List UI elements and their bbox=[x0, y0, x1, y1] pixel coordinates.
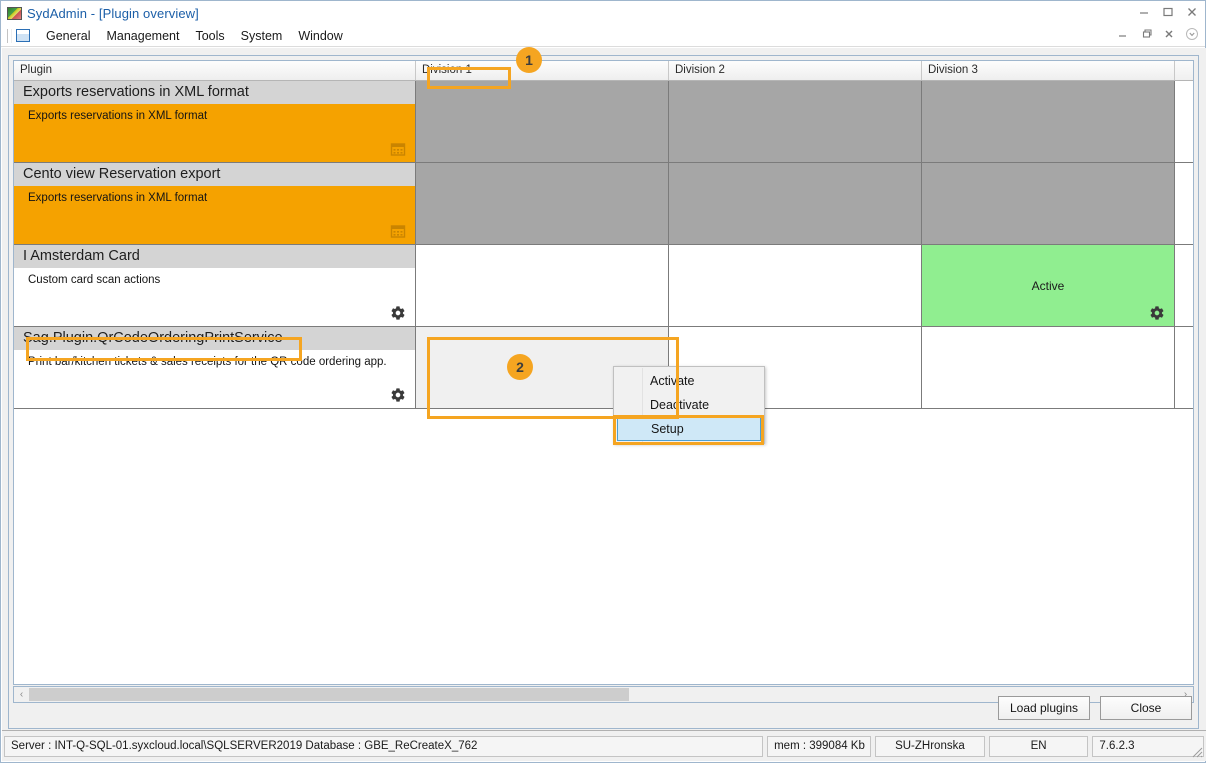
division-3-cell[interactable] bbox=[922, 81, 1175, 162]
plugin-title: I Amsterdam Card bbox=[14, 245, 415, 268]
mdi-help-button[interactable] bbox=[1185, 27, 1199, 41]
mdi-minimize-button[interactable] bbox=[1116, 27, 1130, 41]
division-1-cell[interactable] bbox=[416, 163, 669, 244]
scroll-left-arrow-icon[interactable]: ‹ bbox=[14, 687, 29, 702]
context-menu-item-setup[interactable]: Setup bbox=[617, 417, 761, 441]
statusbar-user: SU-ZHronska bbox=[875, 736, 985, 757]
form-footer: Load plugins Close bbox=[998, 696, 1192, 720]
plugin-grid: Plugin Division 1 Division 2 Division 3 … bbox=[13, 60, 1194, 685]
statusbar: Server : INT-Q-SQL-01.syxcloud.local\SQL… bbox=[2, 730, 1206, 761]
plugin-title: Sag.Plugin.QrCodeOrderingPrintService bbox=[14, 327, 415, 350]
mdi-document-icon bbox=[16, 29, 30, 42]
client-area: Plugin Division 1 Division 2 Division 3 … bbox=[2, 48, 1206, 731]
plugin-cell[interactable]: I Amsterdam Card Custom card scan action… bbox=[14, 245, 416, 326]
minimize-button[interactable] bbox=[1137, 5, 1151, 19]
context-menu: Activate Deactivate Setup bbox=[613, 366, 765, 444]
division-3-cell[interactable]: Active bbox=[922, 245, 1175, 326]
menubar: General Management Tools System Window bbox=[1, 25, 1205, 47]
grid-header-row: Plugin Division 1 Division 2 Division 3 bbox=[14, 61, 1193, 81]
statusbar-memory: mem : 399084 Kb bbox=[767, 736, 871, 757]
division-1-cell[interactable] bbox=[416, 245, 669, 326]
window-titlebar: SydAdmin - [Plugin overview] bbox=[1, 1, 1205, 25]
plugin-body: Custom card scan actions bbox=[14, 268, 415, 326]
plugin-body: Exports reservations in XML format bbox=[14, 186, 415, 244]
column-header-division-1[interactable]: Division 1 bbox=[416, 61, 669, 80]
mdi-close-button[interactable] bbox=[1162, 27, 1176, 41]
division-3-cell[interactable] bbox=[922, 163, 1175, 244]
plugin-cell[interactable]: Exports reservations in XML format Expor… bbox=[14, 81, 416, 162]
gear-icon[interactable] bbox=[390, 305, 406, 321]
plugin-body: Exports reservations in XML format bbox=[14, 104, 415, 162]
plugin-title: Exports reservations in XML format bbox=[14, 81, 415, 104]
sydadmin-window: SydAdmin - [Plugin overview] General Man… bbox=[0, 0, 1206, 763]
plugin-cell[interactable]: Cento view Reservation export Exports re… bbox=[14, 163, 416, 244]
context-menu-item-activate[interactable]: Activate bbox=[614, 369, 764, 393]
menu-grip-handle[interactable] bbox=[7, 29, 12, 43]
column-header-plugin[interactable]: Plugin bbox=[14, 61, 416, 80]
table-row: I Amsterdam Card Custom card scan action… bbox=[14, 245, 1193, 327]
menu-item-window[interactable]: Window bbox=[290, 27, 350, 45]
annotation-badge-2: 2 bbox=[507, 354, 533, 380]
table-row: Exports reservations in XML format Expor… bbox=[14, 81, 1193, 163]
gear-icon[interactable] bbox=[390, 387, 406, 403]
menu-item-system[interactable]: System bbox=[233, 27, 291, 45]
context-menu-item-deactivate[interactable]: Deactivate bbox=[614, 393, 764, 417]
plugin-overview-form: Plugin Division 1 Division 2 Division 3 … bbox=[8, 55, 1199, 729]
division-3-cell[interactable] bbox=[922, 327, 1175, 408]
mdi-window-controls bbox=[1116, 27, 1199, 41]
division-1-cell[interactable] bbox=[416, 81, 669, 162]
grid-body: Exports reservations in XML format Expor… bbox=[14, 81, 1193, 409]
scrollbar-thumb[interactable] bbox=[29, 688, 629, 701]
table-row: Cento view Reservation export Exports re… bbox=[14, 163, 1193, 245]
annotation-badge-1: 1 bbox=[516, 47, 542, 73]
close-button[interactable] bbox=[1185, 5, 1199, 19]
menu-item-tools[interactable]: Tools bbox=[187, 27, 232, 45]
plugin-body: Print bar/kitchen tickets & sales receip… bbox=[14, 350, 415, 408]
division-2-cell[interactable] bbox=[669, 81, 922, 162]
menu-item-general[interactable]: General bbox=[38, 27, 98, 45]
resize-grip-icon[interactable] bbox=[1189, 744, 1203, 758]
plugin-description: Exports reservations in XML format bbox=[14, 186, 415, 204]
division-3-status-label: Active bbox=[1032, 279, 1065, 293]
close-button-footer[interactable]: Close bbox=[1100, 696, 1192, 720]
maximize-button[interactable] bbox=[1161, 5, 1175, 19]
plugin-description: Custom card scan actions bbox=[14, 268, 415, 286]
plugin-cell[interactable]: Sag.Plugin.QrCodeOrderingPrintService Pr… bbox=[14, 327, 416, 408]
column-header-division-3[interactable]: Division 3 bbox=[922, 61, 1175, 80]
division-2-cell[interactable] bbox=[669, 163, 922, 244]
plugin-description: Print bar/kitchen tickets & sales receip… bbox=[14, 350, 415, 368]
window-title: SydAdmin - [Plugin overview] bbox=[27, 6, 199, 21]
gear-icon[interactable] bbox=[1149, 305, 1165, 321]
app-logo-icon bbox=[7, 7, 22, 20]
plugin-title: Cento view Reservation export bbox=[14, 163, 415, 186]
menu-item-management[interactable]: Management bbox=[98, 27, 187, 45]
calendar-icon bbox=[390, 141, 406, 157]
window-controls bbox=[1137, 5, 1199, 19]
division-2-cell[interactable] bbox=[669, 245, 922, 326]
statusbar-server-info: Server : INT-Q-SQL-01.syxcloud.local\SQL… bbox=[4, 736, 763, 757]
statusbar-language: EN bbox=[989, 736, 1089, 757]
column-header-division-2[interactable]: Division 2 bbox=[669, 61, 922, 80]
plugin-description: Exports reservations in XML format bbox=[14, 104, 415, 122]
mdi-restore-button[interactable] bbox=[1139, 27, 1153, 41]
table-row: Sag.Plugin.QrCodeOrderingPrintService Pr… bbox=[14, 327, 1193, 409]
statusbar-version: 7.6.2.3 bbox=[1092, 736, 1204, 757]
calendar-icon bbox=[390, 223, 406, 239]
load-plugins-button[interactable]: Load plugins bbox=[998, 696, 1090, 720]
